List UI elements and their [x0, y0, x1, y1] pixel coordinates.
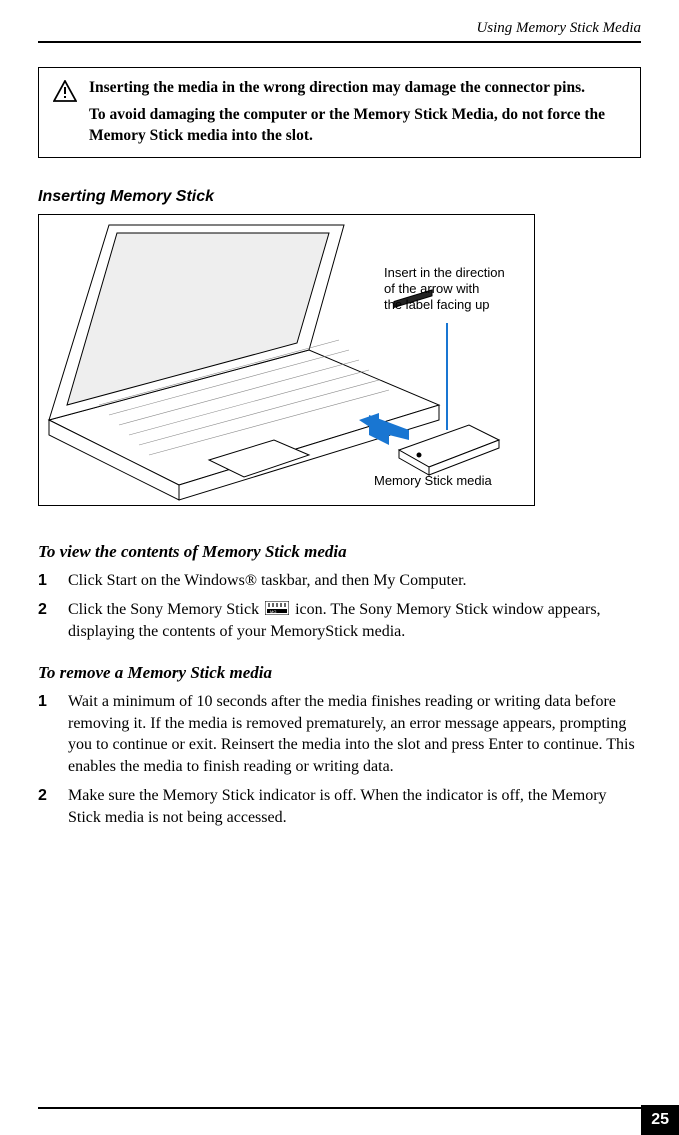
view-step-2: 2 Click the Sony Memory Stick MG icon. T…: [38, 599, 641, 643]
page-number: 25: [641, 1105, 679, 1135]
remove-step-1: 1 Wait a minimum of 10 seconds after the…: [38, 691, 641, 777]
remove-section-title: To remove a Memory Stick media: [38, 663, 641, 683]
view-steps: 1 Click Start on the Windows® taskbar, a…: [38, 570, 641, 643]
caution-box: Inserting the media in the wrong directi…: [38, 67, 641, 158]
header-rule: [38, 41, 641, 43]
step-number: 1: [38, 570, 52, 592]
figure-inserting-memory-stick: Insert in the direction of the arrow wit…: [38, 214, 535, 506]
page-footer: 25: [38, 1107, 679, 1109]
view-section-title: To view the contents of Memory Stick med…: [38, 542, 641, 562]
step-number: 1: [38, 691, 52, 713]
step2-pre: Click the Sony Memory Stick: [68, 601, 263, 618]
warning-icon: [53, 80, 77, 107]
figure-annotation-direction: Insert in the direction of the arrow wit…: [384, 265, 505, 314]
remove-step-2: 2 Make sure the Memory Stick indicator i…: [38, 785, 641, 828]
view-step-1: 1 Click Start on the Windows® taskbar, a…: [38, 570, 641, 592]
step-number: 2: [38, 785, 52, 807]
footer-rule: [38, 1107, 679, 1109]
figure-annotation-media: Memory Stick media: [374, 473, 492, 489]
caution-line-2: To avoid damaging the computer or the Me…: [89, 105, 626, 147]
remove-steps: 1 Wait a minimum of 10 seconds after the…: [38, 691, 641, 829]
step-body: Click the Sony Memory Stick MG icon. The…: [68, 599, 641, 643]
step-body: Wait a minimum of 10 seconds after the m…: [68, 691, 641, 777]
memory-stick-icon: MG: [265, 600, 289, 622]
svg-text:MG: MG: [270, 609, 276, 614]
step-number: 2: [38, 599, 52, 621]
figure-title: Inserting Memory Stick: [38, 188, 641, 206]
step-body: Click Start on the Windows® taskbar, and…: [68, 570, 641, 592]
step-body: Make sure the Memory Stick indicator is …: [68, 785, 641, 828]
running-head: Using Memory Stick Media: [38, 20, 641, 37]
caution-text: Inserting the media in the wrong directi…: [89, 78, 626, 147]
caution-line-1: Inserting the media in the wrong directi…: [89, 78, 626, 99]
